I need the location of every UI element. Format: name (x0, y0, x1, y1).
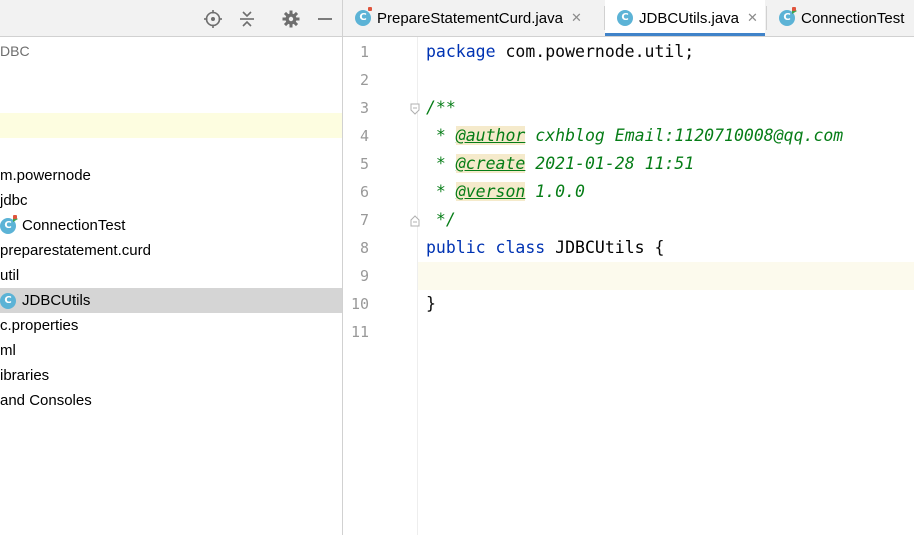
tree-item-scratches-consoles[interactable]: and Consoles (0, 388, 342, 413)
line-number: 6 (359, 183, 369, 201)
line-number: 9 (359, 267, 369, 285)
doc-comment: 2021-01-28 11:51 (525, 154, 695, 173)
doc-comment: * (426, 182, 456, 201)
tree-item-label: and Consoles (0, 392, 92, 409)
tree-item-label: ibraries (0, 367, 50, 384)
gear-icon[interactable] (281, 9, 301, 29)
current-code-line (418, 262, 914, 290)
code-keyword: public (426, 238, 486, 257)
doc-tag: @author (455, 126, 526, 145)
code-line: public class JDBCUtils { (418, 234, 914, 262)
hide-panel-icon[interactable] (315, 9, 335, 29)
tree-item-label: DBC (0, 42, 30, 59)
tab-label: PrepareStatementCurd.java (377, 9, 563, 27)
tree-item-jdbcutils[interactable]: C JDBCUtils (0, 288, 342, 313)
tree-item-connectiontest[interactable]: C ConnectionTest (0, 213, 342, 238)
tree-item-highlighted[interactable] (0, 113, 342, 138)
code-line: } (418, 290, 914, 318)
java-class-icon: C (0, 214, 18, 234)
tree-item-label: ConnectionTest (22, 217, 126, 234)
editor-tab-bar: C PrepareStatementCurd.java ✕ C JDBCUtil… (343, 0, 914, 37)
line-number: 3 (359, 99, 369, 117)
project-toolbar (0, 0, 342, 37)
tab-jdbcutils[interactable]: C JDBCUtils.java ✕ (605, 0, 765, 36)
doc-comment: * (426, 126, 456, 145)
code-line: package com.powernode.util; (418, 38, 914, 66)
code-text: com.powernode.util; (495, 42, 695, 61)
class-name: JDBCUtils (555, 238, 645, 257)
code-line: * @create 2021-01-28 11:51 (418, 150, 914, 178)
java-class-icon: C (617, 10, 633, 26)
doc-comment: */ (426, 210, 456, 229)
doc-comment: cxhblog Email:1120710008@qq.com (525, 126, 844, 145)
code-editor: C PrepareStatementCurd.java ✕ C JDBCUtil… (343, 0, 914, 535)
collapse-all-icon[interactable] (237, 9, 257, 29)
code-line: * @author cxhblog Email:1120710008@qq.co… (418, 122, 914, 150)
tree-item-package-jdbc[interactable]: jdbc (0, 188, 342, 213)
tree-item-package-powernode[interactable]: m.powernode (0, 163, 342, 188)
tree-item-iml-file[interactable]: ml (0, 338, 342, 363)
line-number: 8 (359, 239, 369, 257)
code-line: /** (418, 94, 914, 122)
tree-item-label: JDBCUtils (22, 292, 91, 309)
tree-item-properties-file[interactable]: c.properties (0, 313, 342, 338)
tree-item-label: m.powernode (0, 167, 91, 184)
code-area[interactable]: package com.powernode.util; /** * @autho… (418, 37, 914, 535)
code-text: { (654, 238, 665, 257)
java-class-icon: C (779, 7, 797, 26)
line-number: 4 (359, 127, 369, 145)
tab-connectiontest[interactable]: C ConnectionTest (767, 0, 914, 36)
line-number: 2 (359, 71, 369, 89)
tree-item-label: jdbc (0, 192, 28, 209)
line-number: 10 (350, 295, 369, 313)
code-keyword: package (426, 42, 496, 61)
line-number: 5 (359, 155, 369, 173)
close-icon[interactable]: ✕ (747, 10, 758, 26)
close-icon[interactable]: ✕ (571, 10, 582, 26)
tab-preparestatementcurd[interactable]: C PrepareStatementCurd.java ✕ (343, 0, 603, 36)
code-text: } (426, 294, 436, 313)
project-panel: DBC m.powernode jdbc C ConnectionTest pr… (0, 0, 343, 535)
doc-comment: * (426, 154, 456, 173)
code-line: */ (418, 206, 914, 234)
line-number: 7 (359, 211, 369, 229)
code-line: * @verson 1.0.0 (418, 178, 914, 206)
ide-window: DBC m.powernode jdbc C ConnectionTest pr… (0, 0, 914, 535)
line-number: 1 (359, 43, 369, 61)
tree-item-label: c.properties (0, 317, 79, 334)
doc-tag: @create (455, 154, 526, 173)
tab-label: ConnectionTest (801, 9, 905, 27)
tree-item-label: util (0, 267, 20, 284)
line-number: 11 (350, 323, 369, 341)
code-keyword: class (495, 238, 546, 257)
doc-comment: 1.0.0 (525, 182, 585, 201)
line-number-gutter: 1 2 3 4 5 6 7 8 9 10 11 (343, 37, 420, 535)
tree-item-external-libraries[interactable]: ibraries (0, 363, 342, 388)
tab-label: JDBCUtils.java (639, 9, 740, 27)
doc-comment: /** (426, 98, 456, 117)
java-class-icon: C (0, 292, 16, 309)
java-class-icon: C (355, 7, 372, 26)
tree-item-label: ml (0, 342, 16, 359)
tree-item-project-root[interactable]: DBC (0, 38, 342, 63)
locate-icon[interactable] (203, 9, 223, 29)
tree-item-package-curd[interactable]: preparestatement.curd (0, 238, 342, 263)
doc-tag: @verson (455, 182, 526, 201)
tree-item-package-util[interactable]: util (0, 263, 342, 288)
tree-item-label: preparestatement.curd (0, 242, 151, 259)
